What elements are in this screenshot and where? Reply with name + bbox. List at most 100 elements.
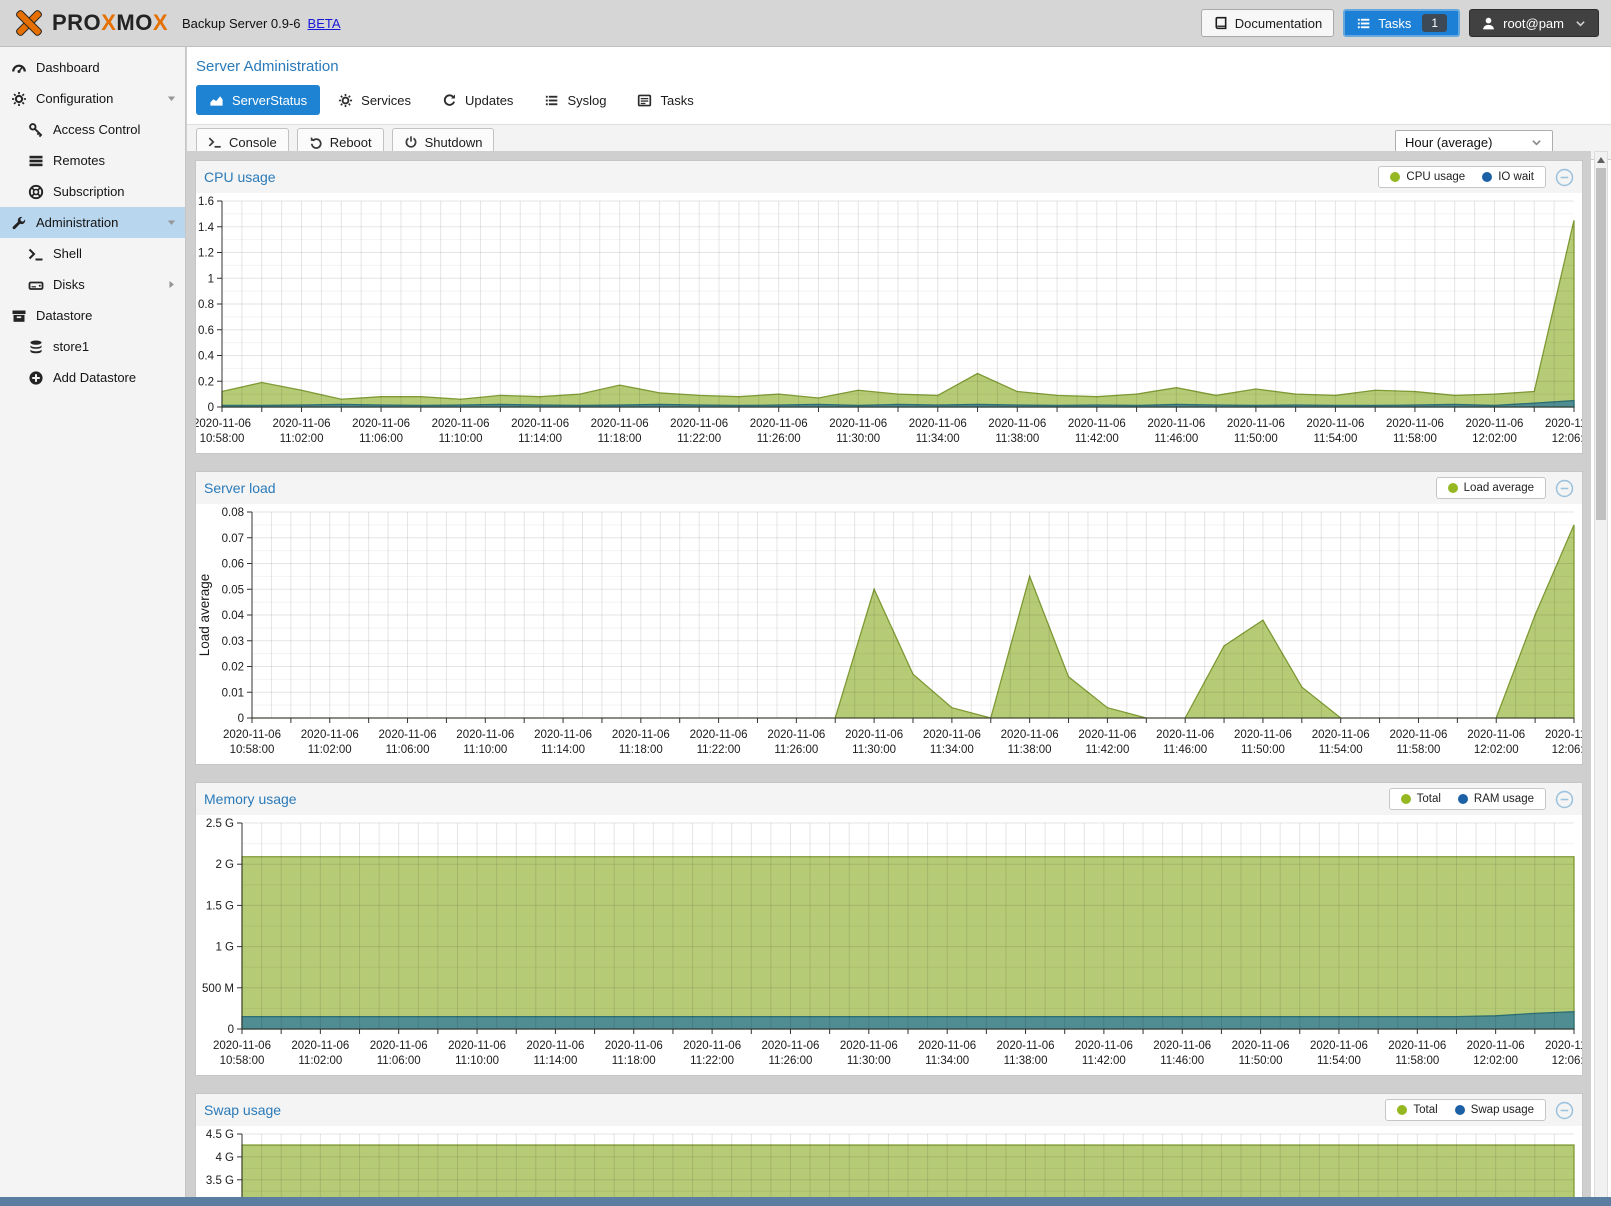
svg-text:2020-11-06: 2020-11-06 bbox=[223, 729, 281, 741]
svg-text:12:06:00: 12:06:00 bbox=[1552, 433, 1582, 445]
sidebar-item-access-control[interactable]: Access Control bbox=[0, 114, 185, 145]
sidebar-item-label: Remotes bbox=[53, 153, 105, 168]
area-chart-icon bbox=[209, 93, 224, 108]
caret-right-icon[interactable] bbox=[165, 278, 178, 291]
chart-legend: Total Swap usage bbox=[1385, 1099, 1546, 1121]
svg-text:11:26:00: 11:26:00 bbox=[774, 744, 818, 756]
svg-text:11:50:00: 11:50:00 bbox=[1241, 744, 1285, 756]
svg-text:11:14:00: 11:14:00 bbox=[541, 744, 585, 756]
legend-dot bbox=[1455, 1105, 1465, 1115]
svg-text:11:02:00: 11:02:00 bbox=[280, 433, 324, 445]
legend-item[interactable]: Total bbox=[1401, 793, 1441, 805]
sidebar-item-label: Configuration bbox=[36, 91, 113, 106]
time-range-value: Hour (average) bbox=[1405, 135, 1492, 150]
collapse-panel-icon[interactable] bbox=[1555, 790, 1574, 809]
chart-memory-usage: 0500 M1 G1.5 G2 G2.5 G2020-11-0610:58:00… bbox=[196, 815, 1582, 1075]
svg-text:1.4: 1.4 bbox=[198, 222, 215, 234]
sidebar-item-administration[interactable]: Administration bbox=[0, 207, 185, 238]
svg-text:11:06:00: 11:06:00 bbox=[359, 433, 403, 445]
tab-syslog[interactable]: Syslog bbox=[531, 85, 619, 115]
legend-label: Swap usage bbox=[1471, 1104, 1534, 1116]
svg-text:2020-11-06: 2020-11-06 bbox=[1312, 729, 1370, 741]
sidebar-item-datastore[interactable]: Datastore bbox=[0, 300, 185, 331]
remotes-list-icon bbox=[28, 153, 44, 169]
tab-label: ServerStatus bbox=[232, 93, 307, 108]
sidebar-item-disks[interactable]: Disks bbox=[0, 269, 185, 300]
svg-text:11:54:00: 11:54:00 bbox=[1313, 433, 1357, 445]
sidebar-item-configuration[interactable]: Configuration bbox=[0, 83, 185, 114]
legend-item[interactable]: RAM usage bbox=[1458, 793, 1534, 805]
svg-text:2020-11-06: 2020-11-06 bbox=[1465, 418, 1523, 430]
legend-item[interactable]: Load average bbox=[1448, 482, 1534, 494]
legend-item[interactable]: IO wait bbox=[1482, 171, 1534, 183]
collapse-panel-icon[interactable] bbox=[1555, 479, 1574, 498]
legend-dot bbox=[1482, 172, 1492, 182]
caret-down-icon[interactable] bbox=[165, 92, 178, 105]
svg-text:11:50:00: 11:50:00 bbox=[1234, 433, 1278, 445]
sidebar-item-shell[interactable]: Shell bbox=[0, 238, 185, 269]
svg-text:2020-11-06: 2020-11-06 bbox=[1545, 729, 1582, 741]
svg-text:2020-11-06: 2020-11-06 bbox=[612, 729, 670, 741]
svg-text:1.6: 1.6 bbox=[198, 196, 214, 208]
svg-text:1.2: 1.2 bbox=[198, 248, 214, 260]
svg-text:2020-11-06: 2020-11-06 bbox=[690, 729, 748, 741]
svg-text:11:10:00: 11:10:00 bbox=[463, 744, 507, 756]
collapse-panel-icon[interactable] bbox=[1555, 168, 1574, 187]
user-menu-button[interactable]: root@pam bbox=[1469, 9, 1599, 37]
sidebar-item-add-datastore[interactable]: Add Datastore bbox=[0, 362, 185, 393]
sidebar-item-remotes[interactable]: Remotes bbox=[0, 145, 185, 176]
svg-text:0.02: 0.02 bbox=[222, 662, 244, 674]
svg-text:0.4: 0.4 bbox=[198, 351, 215, 363]
vertical-scrollbar[interactable] bbox=[1594, 151, 1608, 1206]
tab-tasks[interactable]: Tasks bbox=[624, 85, 706, 115]
scrollbar-thumb[interactable] bbox=[1596, 168, 1606, 520]
gears-icon bbox=[11, 91, 27, 107]
tasks-button[interactable]: Tasks 1 bbox=[1343, 9, 1460, 37]
sidebar: Dashboard Configuration Access Control Remo… bbox=[0, 47, 186, 1206]
panel-header: CPU usage CPU usage IO wait bbox=[196, 161, 1582, 193]
proxmox-logo-icon[interactable] bbox=[12, 6, 46, 40]
svg-text:2020-11-06: 2020-11-06 bbox=[1306, 418, 1364, 430]
tab-services[interactable]: Services bbox=[325, 85, 424, 115]
panel-title: Server load bbox=[204, 480, 276, 496]
svg-text:11:42:00: 11:42:00 bbox=[1075, 433, 1119, 445]
svg-text:11:30:00: 11:30:00 bbox=[836, 433, 880, 445]
legend-item[interactable]: Total bbox=[1397, 1104, 1437, 1116]
sidebar-item-subscription[interactable]: Subscription bbox=[0, 176, 185, 207]
legend-label: Total bbox=[1413, 1104, 1437, 1116]
svg-text:2020-11-06: 2020-11-06 bbox=[1078, 729, 1136, 741]
svg-text:0.6: 0.6 bbox=[198, 325, 214, 337]
documentation-button[interactable]: Documentation bbox=[1201, 9, 1334, 37]
header-actions: Documentation Tasks 1 root@pam bbox=[1201, 9, 1599, 37]
caret-down-icon[interactable] bbox=[165, 216, 178, 229]
proxmox-backup-app: PROXMOX Backup Server 0.9-6 BETA Documen… bbox=[0, 0, 1611, 1206]
tab-serverstatus[interactable]: ServerStatus bbox=[196, 85, 320, 115]
collapse-panel-icon[interactable] bbox=[1555, 1101, 1574, 1120]
brand-wordmark: PROXMOX bbox=[52, 10, 168, 36]
beta-link[interactable]: BETA bbox=[308, 16, 341, 31]
legend-item[interactable]: CPU usage bbox=[1390, 171, 1465, 183]
svg-text:2020-11-06: 2020-11-06 bbox=[1153, 1040, 1211, 1052]
toolbar-button-label: Reboot bbox=[330, 135, 372, 150]
panel-title: CPU usage bbox=[204, 169, 276, 185]
tab-label: Updates bbox=[465, 93, 513, 108]
dashboard-gauge-icon bbox=[11, 60, 27, 76]
svg-text:0.03: 0.03 bbox=[222, 636, 244, 648]
page-title: Server Administration bbox=[187, 47, 1611, 82]
sidebar-item-dashboard[interactable]: Dashboard bbox=[0, 52, 185, 83]
legend-item[interactable]: Swap usage bbox=[1455, 1104, 1534, 1116]
svg-text:11:42:00: 11:42:00 bbox=[1082, 1055, 1126, 1067]
sidebar-item-store1[interactable]: store1 bbox=[0, 331, 185, 362]
svg-text:2020-11-06: 2020-11-06 bbox=[1234, 729, 1292, 741]
documentation-label: Documentation bbox=[1235, 16, 1322, 31]
svg-text:2020-11-06: 2020-11-06 bbox=[1389, 729, 1447, 741]
chart-legend: Load average bbox=[1436, 477, 1546, 499]
svg-text:0.01: 0.01 bbox=[222, 687, 244, 699]
chart-swap-usage: 0500 M1 G1.5 G2 G2.5 G3 G3.5 G4 G4.5 G20… bbox=[196, 1126, 1582, 1206]
tab-updates[interactable]: Updates bbox=[429, 85, 526, 115]
scrollbar-up-arrow[interactable] bbox=[1595, 152, 1607, 167]
legend-label: Load average bbox=[1464, 482, 1534, 494]
svg-text:2020-11-06: 2020-11-06 bbox=[1467, 729, 1525, 741]
svg-text:2020-11-06: 2020-11-06 bbox=[273, 418, 331, 430]
svg-text:0.05: 0.05 bbox=[222, 584, 244, 596]
